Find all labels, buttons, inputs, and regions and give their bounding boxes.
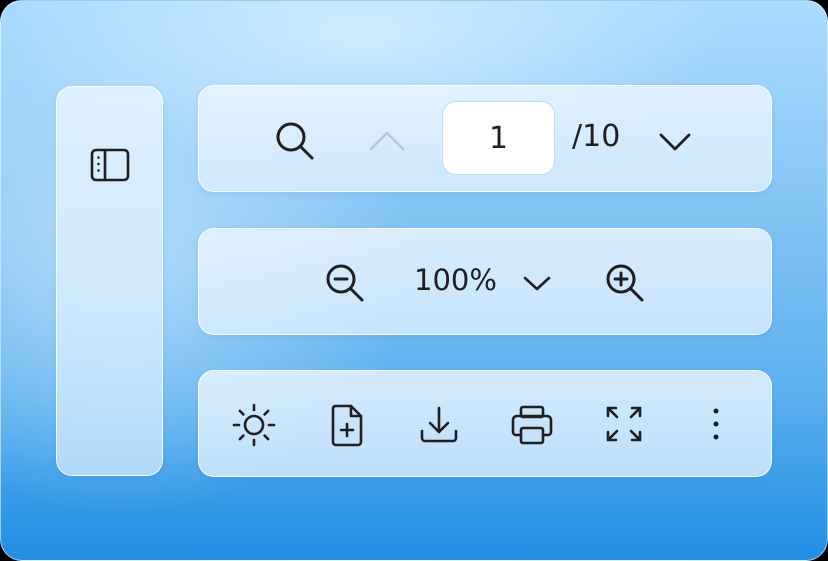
chevron-up-icon[interactable] [365,123,409,159]
pdf-toolbar-window: 1 /10 100% [0,0,828,561]
total-pages-label: /10 [572,119,621,154]
chevron-down-icon[interactable] [653,125,697,157]
sun-icon[interactable] [229,400,279,450]
zoom-level-label[interactable]: 100% [414,263,497,297]
download-icon[interactable] [415,401,463,449]
zoom-dropdown-chevron-icon[interactable] [517,269,557,297]
zoom-in-icon[interactable] [601,259,649,307]
printer-icon[interactable] [507,401,557,449]
more-vertical-icon[interactable] [701,403,731,445]
current-page-input[interactable]: 1 [442,101,555,175]
file-plus-icon[interactable] [323,401,371,449]
sidebar-toggle-icon[interactable] [87,146,133,184]
expand-icon[interactable] [601,401,647,447]
zoom-out-icon[interactable] [321,259,369,307]
search-icon[interactable] [271,117,319,165]
actions-bar [198,370,772,477]
sidebar-panel [56,86,163,476]
